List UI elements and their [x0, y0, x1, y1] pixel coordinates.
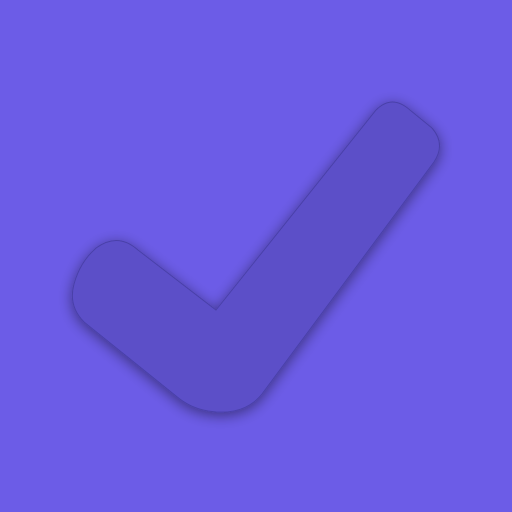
checkmark-shape: [71, 101, 440, 413]
app-icon-canvas: [0, 0, 512, 512]
checkmark-icon: [71, 101, 440, 413]
